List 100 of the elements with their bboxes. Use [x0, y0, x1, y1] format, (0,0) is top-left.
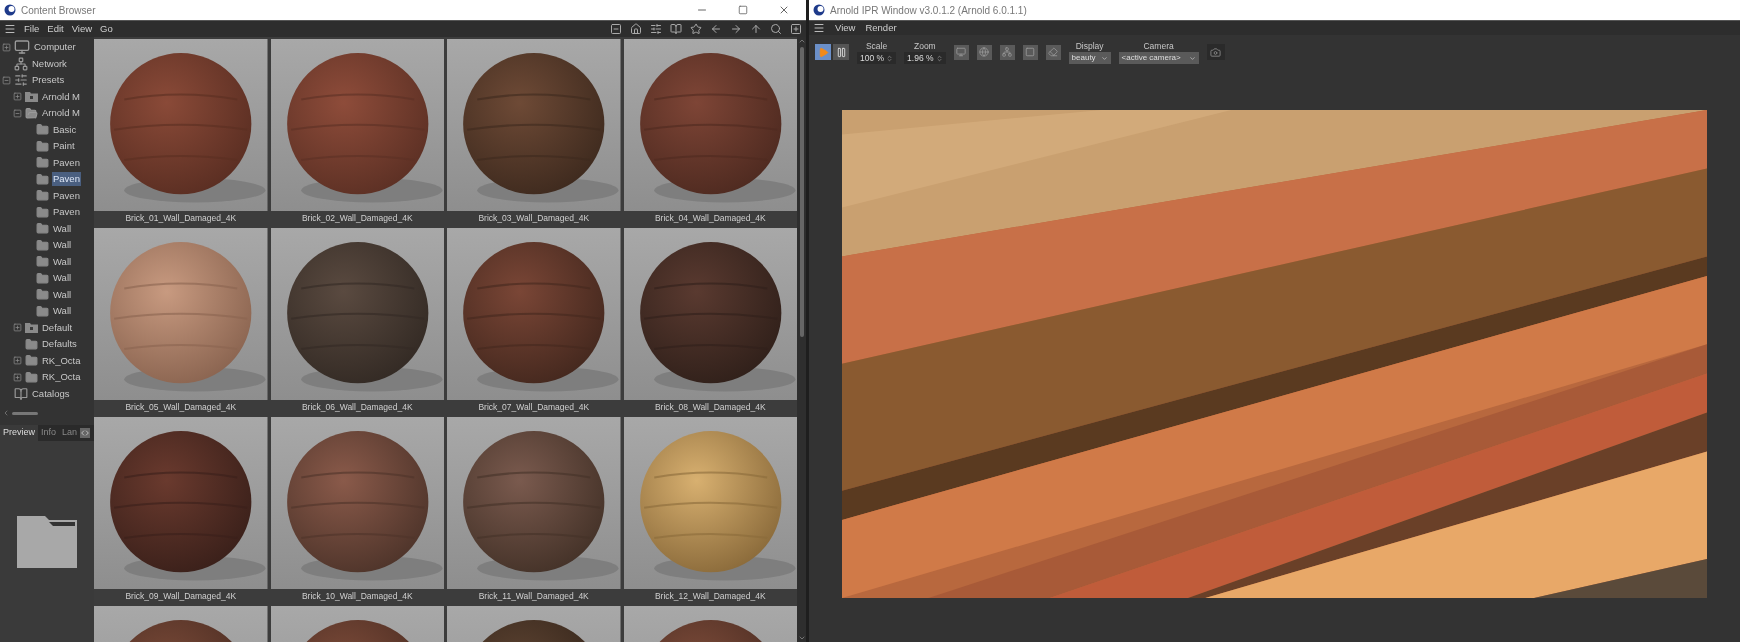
menu-item[interactable]: View [835, 20, 856, 36]
tree-item[interactable]: RK_Octa [41, 353, 82, 368]
thumbnail-label[interactable]: Brick_11_Wall_Damaged_4K [447, 589, 621, 603]
folder-icon [25, 337, 38, 351]
folder-icon [36, 222, 49, 236]
globe-button[interactable] [976, 44, 992, 60]
field-label: Camera [1143, 39, 1174, 53]
window-title: Content Browser [21, 3, 96, 18]
tree-item[interactable]: RK_Octa [41, 370, 82, 385]
thumbnail-label[interactable]: Brick_04_Wall_Damaged_4K [623, 211, 797, 225]
expand-toggle[interactable] [13, 92, 22, 102]
scroll-up-icon[interactable] [797, 37, 806, 45]
tree-item[interactable]: Paven [52, 155, 81, 170]
menu-item[interactable]: Edit [47, 21, 64, 37]
menu-icon[interactable] [4, 23, 16, 35]
scroll-down-icon[interactable] [797, 634, 806, 642]
back-icon[interactable] [710, 23, 722, 35]
add-icon[interactable] [790, 23, 802, 35]
collapse-toggle[interactable] [13, 108, 22, 118]
menu-item[interactable]: File [24, 21, 40, 37]
thumbnail-label[interactable]: Brick_02_Wall_Damaged_4K [270, 211, 444, 225]
thumbnail-label[interactable]: Brick_09_Wall_Damaged_4K [94, 589, 268, 603]
tree-item[interactable]: Basic [52, 122, 78, 137]
open-folder-icon [25, 106, 38, 120]
tree-item[interactable]: Computer [33, 40, 77, 55]
home-icon[interactable] [630, 23, 642, 35]
vertical-scrollbar[interactable] [797, 37, 806, 642]
tree-item[interactable]: Wall [52, 287, 73, 302]
thumbnail-label[interactable]: Brick_12_Wall_Damaged_4K [623, 589, 797, 603]
star-icon[interactable] [690, 23, 702, 35]
zoom-field[interactable]: 1.96 % [904, 52, 946, 65]
tree-item[interactable]: Defaults [41, 337, 78, 352]
tree-item[interactable]: Wall [52, 238, 73, 253]
eraser-button[interactable] [1045, 44, 1061, 60]
expand-toggle[interactable] [2, 42, 11, 52]
tree-item[interactable]: Arnold M [41, 106, 81, 121]
folder-icon [36, 238, 49, 252]
field-label: Scale [865, 39, 888, 53]
frame-icon [1025, 47, 1036, 57]
collapse-icon[interactable] [610, 23, 622, 35]
tree-item[interactable]: Default [41, 320, 74, 335]
folder-icon [36, 172, 49, 186]
menu-item[interactable]: Render [865, 20, 897, 36]
scale-field[interactable]: 100 % [857, 52, 897, 65]
expand-toggle[interactable] [13, 372, 22, 382]
tree-item[interactable]: Presets [31, 73, 66, 88]
snapshot-button[interactable] [1206, 44, 1225, 60]
folder-icon [36, 189, 49, 203]
hierarchy-button[interactable] [999, 44, 1015, 60]
expand-toggle[interactable] [13, 356, 22, 366]
tree-item[interactable]: Wall [52, 254, 73, 269]
menu-icon[interactable] [813, 22, 825, 34]
sliders-icon[interactable] [650, 23, 662, 35]
thumbnail-label[interactable]: Brick_05_Wall_Damaged_4K [94, 400, 268, 414]
folder-icon [36, 156, 49, 170]
thumbnail-label[interactable]: Brick_06_Wall_Damaged_4K [270, 400, 444, 414]
maximize-icon [738, 5, 748, 15]
menu-item[interactable]: View [71, 21, 93, 37]
thumbnail-label[interactable]: Brick_01_Wall_Damaged_4K [94, 211, 268, 225]
app-logo-icon [4, 4, 16, 16]
thumbnail-label[interactable]: Brick_10_Wall_Damaged_4K [270, 589, 444, 603]
pause-button[interactable] [833, 44, 849, 60]
camera-dropdown[interactable]: <active camera> [1118, 52, 1199, 65]
tree-item[interactable]: Paven [52, 205, 81, 220]
tree-item[interactable]: Network [31, 56, 68, 71]
frame-button[interactable] [1022, 44, 1038, 60]
book-icon[interactable] [670, 23, 682, 35]
tree-item[interactable]: Wall [52, 271, 73, 286]
tree-item[interactable]: Wall [52, 221, 73, 236]
panel-tab[interactable]: Info [38, 425, 60, 441]
panel-tab[interactable]: Lan [59, 425, 81, 441]
thumbnail-label[interactable]: Brick_07_Wall_Damaged_4K [447, 400, 621, 414]
folder-icon [17, 515, 77, 568]
monitor-icon [956, 47, 967, 57]
folder-icon [36, 205, 49, 219]
collapse-toggle[interactable] [2, 75, 11, 85]
locked-folder-icon [25, 322, 38, 334]
tree-item[interactable]: Paint [52, 139, 76, 154]
camera-icon [1210, 46, 1222, 58]
display-dropdown[interactable]: beauty [1068, 52, 1111, 65]
network-icon [14, 56, 28, 71]
tree-item[interactable]: Paven [52, 172, 81, 187]
horizontal-scrollbar[interactable] [12, 411, 38, 415]
tree-item[interactable]: Wall [52, 304, 73, 319]
folder-icon [36, 271, 49, 285]
spinner-icon[interactable] [886, 54, 894, 62]
menu-item[interactable]: Go [100, 21, 113, 37]
panel-tab[interactable]: Preview [0, 425, 38, 441]
thumbnail-label[interactable]: Brick_03_Wall_Damaged_4K [447, 211, 621, 225]
up-icon[interactable] [750, 23, 762, 35]
tree-item[interactable]: Catalogs [31, 386, 71, 401]
spinner-icon[interactable] [935, 54, 943, 62]
tree-item[interactable]: Paven [52, 188, 81, 203]
tree-item[interactable]: Arnold M [41, 89, 81, 104]
monitor-button[interactable] [953, 44, 969, 60]
thumbnail-label[interactable]: Brick_08_Wall_Damaged_4K [623, 400, 797, 414]
tab-scroll-icon[interactable] [80, 428, 91, 438]
forward-icon[interactable] [730, 23, 742, 35]
search-icon[interactable] [770, 23, 782, 35]
expand-toggle[interactable] [13, 323, 22, 333]
